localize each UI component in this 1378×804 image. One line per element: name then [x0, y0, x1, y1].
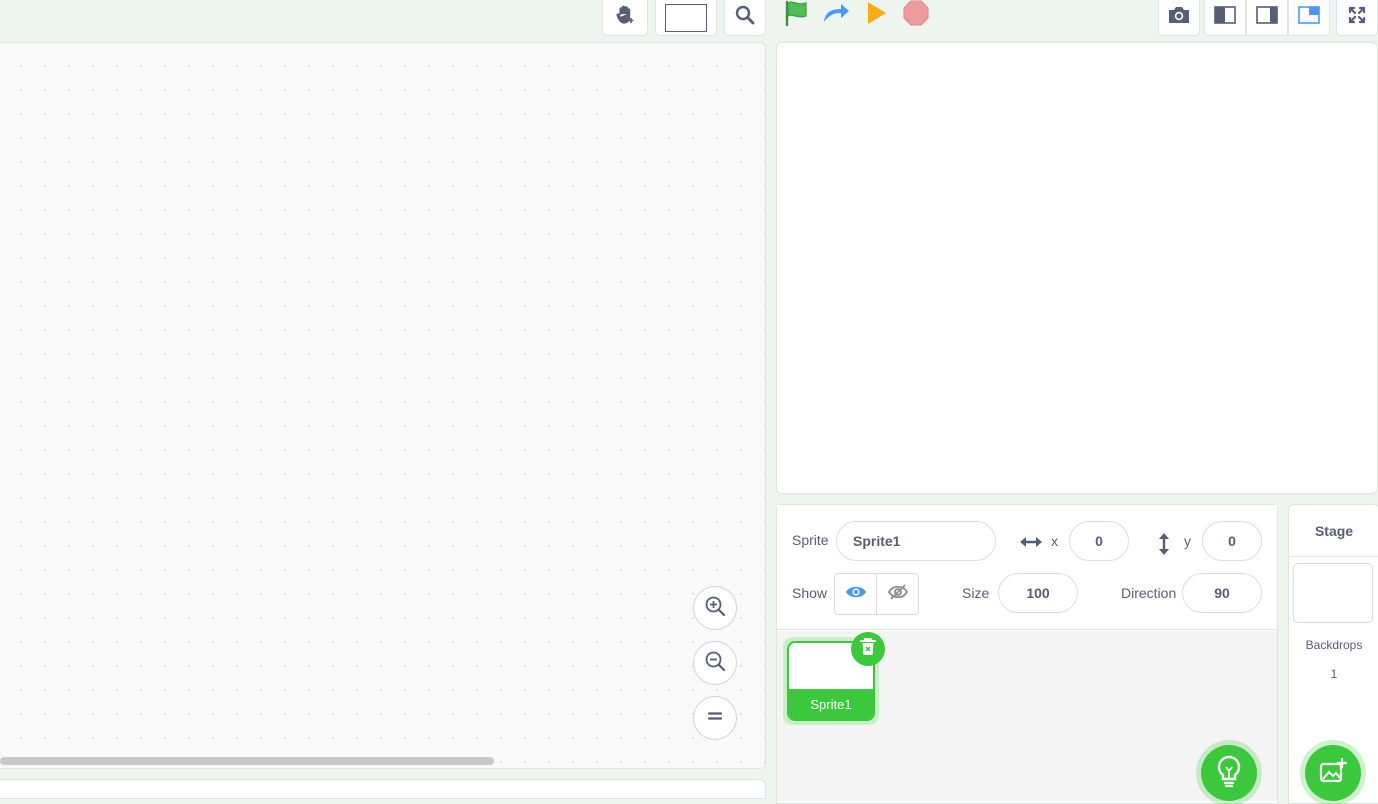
vertical-arrows-icon	[1157, 532, 1171, 561]
zoom-in-icon	[703, 594, 727, 623]
stop-icon	[902, 0, 930, 32]
stage-title: Stage	[1289, 505, 1378, 557]
fullscreen-button[interactable]	[1336, 0, 1378, 36]
y-input[interactable]: 0	[1202, 521, 1262, 561]
code-workspace[interactable]	[0, 42, 766, 769]
green-flag-icon	[782, 0, 810, 32]
search-button[interactable]	[724, 0, 766, 36]
normal-stage-icon	[1256, 6, 1278, 29]
step-arrow-icon	[821, 1, 851, 30]
eye-icon	[845, 584, 867, 605]
lightbulb-icon	[1214, 754, 1244, 793]
zoom-in-button[interactable]	[693, 586, 737, 630]
costume-preview-button[interactable]	[655, 0, 717, 36]
zoom-out-button[interactable]	[693, 641, 737, 685]
stop-button[interactable]	[900, 0, 932, 30]
y-label: y	[1184, 533, 1191, 549]
hand-icon	[613, 3, 637, 32]
size-input[interactable]: 100	[998, 573, 1078, 613]
x-input[interactable]: 0	[1069, 521, 1129, 561]
backdrops-count: 1	[1330, 667, 1338, 681]
screenshot-button[interactable]	[1158, 0, 1200, 36]
layout-icon	[1298, 6, 1320, 29]
direction-input[interactable]: 90	[1182, 573, 1262, 613]
show-visible-button[interactable]	[834, 573, 877, 615]
normal-stage-button[interactable]	[1246, 0, 1288, 36]
search-icon	[734, 4, 756, 31]
image-plus-icon	[1319, 757, 1348, 789]
show-label: Show	[792, 585, 828, 601]
step-button[interactable]	[820, 0, 852, 30]
fullscreen-icon	[1347, 5, 1367, 30]
backdrops-label: Backdrops	[1305, 638, 1363, 652]
small-stage-icon	[1214, 6, 1236, 29]
layout-button[interactable]	[1288, 0, 1330, 36]
green-flag-button[interactable]	[780, 0, 812, 30]
direction-label: Direction	[1121, 585, 1177, 601]
play-icon	[863, 0, 889, 31]
choose-sprite-button[interactable]	[1201, 745, 1257, 801]
delete-sprite-button[interactable]	[851, 632, 885, 666]
sprite-name-label: Sprite	[792, 532, 829, 548]
play-button[interactable]	[860, 0, 892, 30]
eye-slash-icon	[887, 583, 909, 606]
small-stage-button[interactable]	[1204, 0, 1246, 36]
choose-backdrop-button[interactable]	[1305, 745, 1361, 801]
zoom-reset-button[interactable]	[693, 696, 737, 740]
sprite-tile-label: Sprite1	[789, 689, 873, 719]
horizontal-arrows-icon	[1019, 535, 1043, 554]
camera-icon	[1167, 5, 1191, 30]
trash-icon	[859, 637, 877, 662]
debug-panel-edge	[0, 779, 766, 799]
x-label: x	[1051, 533, 1058, 549]
equals-icon	[705, 706, 725, 731]
horizontal-scrollbar[interactable]	[0, 757, 494, 765]
show-hidden-button[interactable]	[876, 573, 919, 615]
sprite-name-input[interactable]: Sprite1	[836, 521, 996, 561]
stage-thumbnail[interactable]	[1293, 563, 1373, 623]
zoom-out-icon	[703, 649, 727, 678]
size-label: Size	[962, 585, 990, 601]
stage-canvas[interactable]	[776, 42, 1378, 494]
hand-tool-button[interactable]	[602, 0, 648, 36]
blank-preview-box	[665, 3, 707, 32]
